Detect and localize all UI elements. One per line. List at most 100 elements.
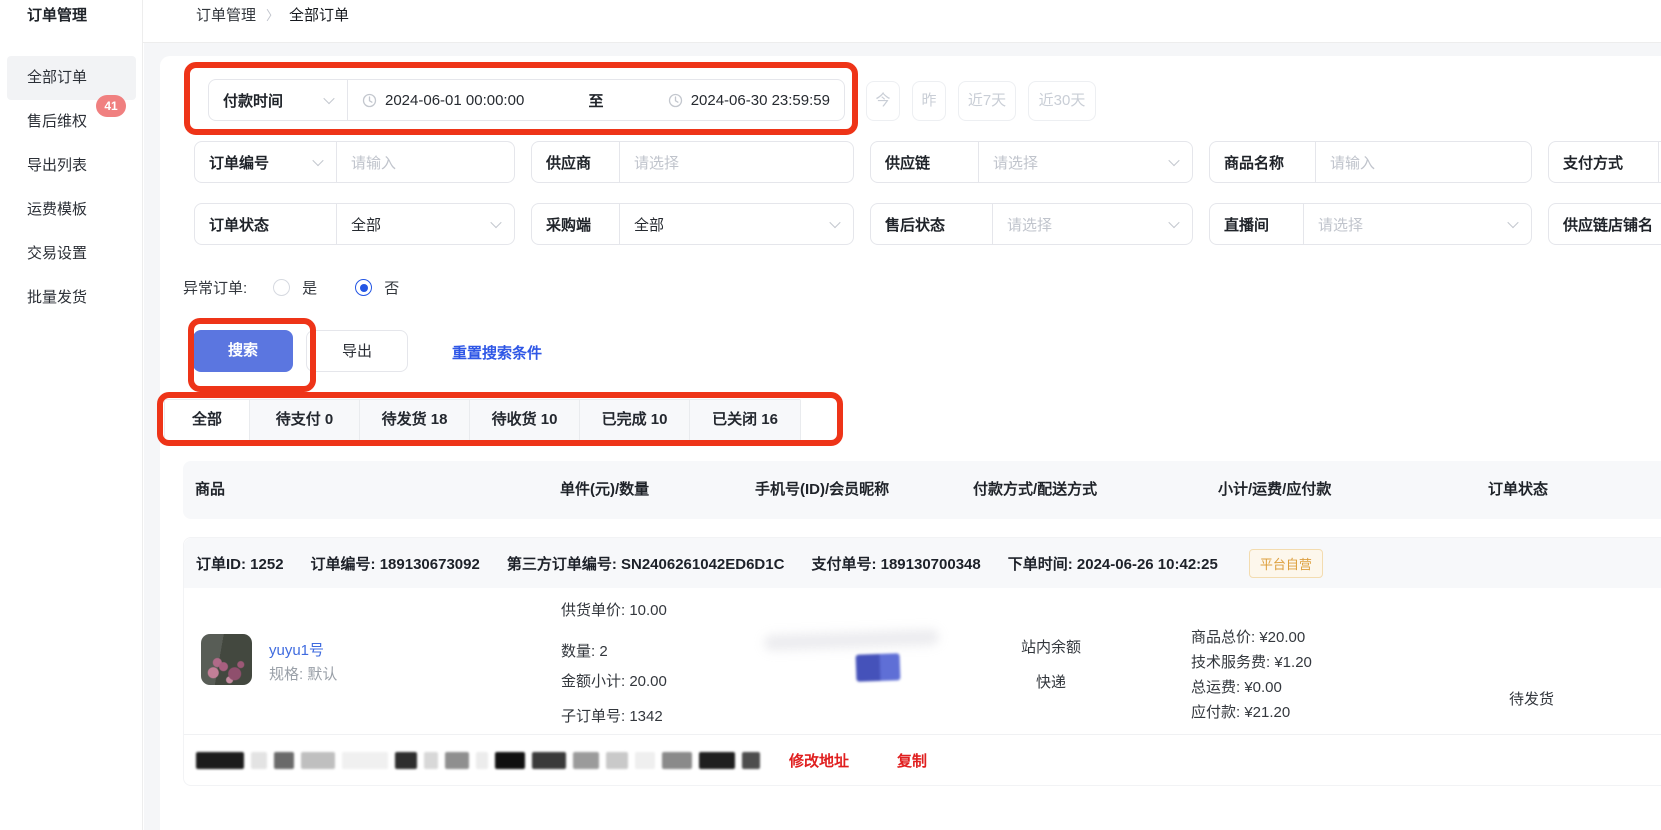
purchase-side-select[interactable]: 全部 (620, 214, 853, 235)
sidebar-item-freight-template[interactable]: 运费模板 (7, 188, 136, 232)
sidebar-item-trade-settings[interactable]: 交易设置 (7, 232, 136, 276)
aftersale-status-select[interactable]: 请选择 (993, 214, 1192, 235)
tab-all[interactable]: 全部 (165, 400, 250, 440)
live-room-placeholder: 请选择 (1318, 214, 1363, 235)
tab-pending-payment[interactable]: 待支付 0 (250, 400, 360, 440)
supplier-select[interactable]: 请选择 (620, 152, 853, 173)
chevron-down-icon (1168, 217, 1179, 228)
chevron-down-icon (1168, 155, 1179, 166)
order-no-field: 订单编号 请输入 (194, 141, 515, 183)
amount-payable: 应付款: ¥21.20 (1191, 701, 1290, 722)
chevron-down-icon (829, 217, 840, 228)
redacted-member-info (764, 629, 939, 651)
live-room-field: 直播间 请选择 (1209, 203, 1532, 245)
address-row: 修改地址 复制 (184, 734, 1661, 786)
quick-range-today-button[interactable]: 今 (866, 81, 900, 121)
reset-filters-link[interactable]: 重置搜索条件 (452, 342, 542, 363)
payment-time-range-field: 付款时间 2024-06-01 00:00:00 至 2024-06-30 23… (208, 79, 845, 121)
delivery-method: 快递 (1036, 671, 1066, 692)
live-room-select[interactable]: 请选择 (1304, 214, 1531, 235)
product-name-placeholder: 请输入 (1330, 152, 1375, 173)
abnormal-no-label[interactable]: 否 (384, 277, 399, 298)
end-datetime-value: 2024-06-30 23:59:59 (691, 92, 830, 109)
supplier-label: 供应商 (532, 142, 620, 182)
col-order-status: 订单状态 (1488, 461, 1548, 519)
sidebar-item-batch-ship[interactable]: 批量发货 (7, 276, 136, 320)
supply-chain-select[interactable]: 请选择 (979, 152, 1192, 173)
supplier-placeholder: 请选择 (634, 152, 679, 173)
start-datetime-input[interactable]: 2024-06-01 00:00:00 (362, 92, 524, 109)
order-status-field: 订单状态 全部 (194, 203, 515, 245)
breadcrumb-bar: 订单管理 〉 全部订单 (144, 0, 1661, 42)
copy-link[interactable]: 复制 (897, 750, 927, 771)
breadcrumb: 订单管理 〉 全部订单 (196, 4, 349, 25)
quick-range-yesterday-button[interactable]: 昨 (912, 81, 946, 121)
order-status-tabs: 全部 待支付 0 待发货 18 待收货 10 已完成 10 已关闭 16 (164, 399, 801, 441)
pay-method-field: 支付方式 (1548, 141, 1661, 183)
supply-chain-placeholder: 请选择 (993, 152, 1038, 173)
breadcrumb-current: 全部订单 (289, 4, 349, 25)
product-image[interactable] (201, 634, 252, 685)
tab-pending-receipt[interactable]: 待收货 10 (470, 400, 580, 440)
sidebar-item-label: 全部订单 (27, 69, 87, 86)
aftersale-status-placeholder: 请选择 (1007, 214, 1052, 235)
quick-range-7days-button[interactable]: 近7天 (958, 81, 1016, 121)
sidebar-item-label: 导出列表 (27, 157, 87, 174)
order-id: 订单ID: 1252 (196, 553, 284, 574)
sidebar-item-label: 售后维权 (27, 113, 87, 130)
export-button[interactable]: 导出 (306, 330, 408, 372)
col-unit-qty: 单件(元)/数量 (560, 461, 649, 519)
order-no-placeholder: 请输入 (351, 152, 396, 173)
supply-chain-shop-label: 供应链店铺名 (1549, 204, 1661, 244)
col-subtotal-freight-payable: 小计/运费/应付款 (1218, 461, 1331, 519)
sidebar: 订单管理 全部订单 售后维权 41 导出列表 运费模板 交易设置 批量发货 (0, 0, 143, 830)
breadcrumb-parent[interactable]: 订单管理 (196, 4, 256, 25)
sidebar-item-all-orders[interactable]: 全部订单 (7, 56, 136, 100)
sidebar-title: 订单管理 (27, 4, 87, 25)
abnormal-no-radio[interactable] (355, 279, 372, 296)
total-freight: 总运费: ¥0.00 (1191, 676, 1282, 697)
order-status-value: 待发货 (1509, 688, 1554, 709)
order-no-input[interactable]: 请输入 (337, 152, 514, 173)
third-party-order-number: 第三方订单编号: SN2406261042ED6D1C (507, 553, 785, 574)
platform-self-operated-tag: 平台自营 (1249, 549, 1323, 578)
purchase-side-value: 全部 (634, 214, 664, 235)
product-name-link[interactable]: yuyu1号 (269, 639, 324, 660)
sidebar-item-label: 交易设置 (27, 245, 87, 262)
start-datetime-value: 2024-06-01 00:00:00 (385, 92, 524, 109)
tab-closed[interactable]: 已关闭 16 (690, 400, 800, 440)
sidebar-item-export-list[interactable]: 导出列表 (7, 144, 136, 188)
col-phone-member: 手机号(ID)/会员昵称 (755, 461, 889, 519)
quick-range-30days-button[interactable]: 近30天 (1028, 81, 1096, 121)
abnormal-order-label: 异常订单: (183, 277, 247, 298)
order-status-label: 订单状态 (195, 204, 337, 244)
abnormal-order-row: 异常订单: 是 否 (183, 277, 399, 298)
tab-pending-shipment[interactable]: 待发货 18 (360, 400, 470, 440)
redacted-member-nickname (856, 653, 901, 682)
order-no-type-select[interactable]: 订单编号 (195, 142, 337, 182)
order-management-page: 订单管理 全部订单 售后维权 41 导出列表 运费模板 交易设置 批量发货 订单… (0, 0, 1661, 830)
product-name-input[interactable]: 请输入 (1316, 152, 1531, 173)
order-no-label: 订单编号 (209, 152, 269, 173)
edit-address-link[interactable]: 修改地址 (789, 750, 849, 771)
tech-service-fee: 技术服务费: ¥1.20 (1191, 651, 1312, 672)
abnormal-yes-radio[interactable] (273, 279, 290, 296)
payment-method: 站内余额 (1021, 636, 1081, 657)
time-field-label: 付款时间 (223, 90, 283, 111)
search-button[interactable]: 搜索 (193, 330, 293, 372)
tab-completed[interactable]: 已完成 10 (580, 400, 690, 440)
order-status-select[interactable]: 全部 (337, 214, 514, 235)
order-meta-bar: 订单ID: 1252 订单编号: 189130673092 第三方订单编号: S… (184, 538, 1661, 588)
range-to-label: 至 (588, 90, 603, 111)
sidebar-item-aftersale[interactable]: 售后维权 41 (7, 100, 136, 144)
order-time: 下单时间: 2024-06-26 10:42:25 (1008, 553, 1218, 574)
supply-chain-field: 供应链 请选择 (870, 141, 1193, 183)
redacted-address (196, 752, 767, 769)
time-field-select[interactable]: 付款时间 (209, 80, 348, 120)
supply-chain-shop-field: 供应链店铺名 (1548, 203, 1661, 245)
supply-unit-price: 供货单价: 10.00 (561, 599, 667, 620)
chevron-down-icon (1507, 217, 1518, 228)
end-datetime-input[interactable]: 2024-06-30 23:59:59 (668, 92, 830, 109)
order-number: 订单编号: 189130673092 (311, 553, 480, 574)
abnormal-yes-label[interactable]: 是 (302, 277, 317, 298)
